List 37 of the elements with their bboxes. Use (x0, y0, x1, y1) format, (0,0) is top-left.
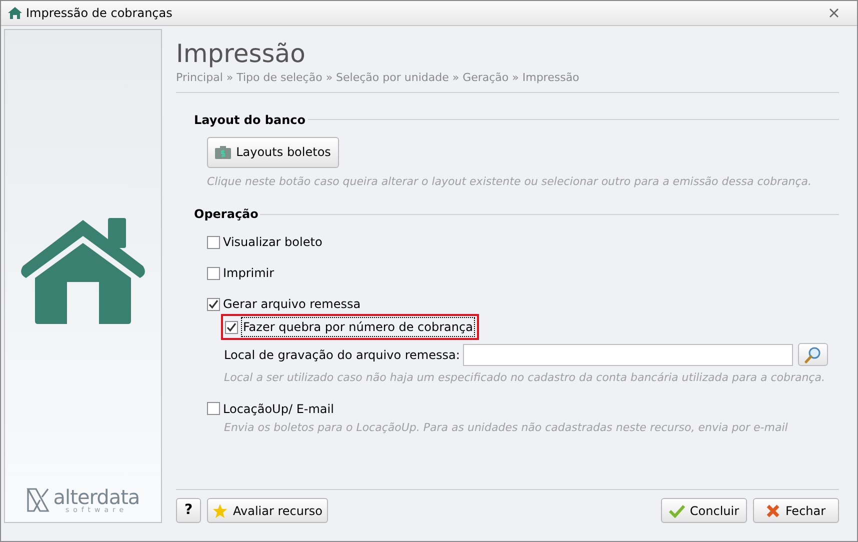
home-icon (7, 6, 23, 20)
section-heading: Operação (194, 206, 258, 223)
checkbox-option[interactable]: LocaçãoUp/ E-mail (207, 400, 839, 418)
layouts-button[interactable]: Layouts boletos (207, 136, 339, 168)
field-label: Local de gravação do arquivo remessa: (224, 346, 460, 364)
checkbox[interactable] (207, 402, 220, 415)
search-icon (804, 346, 822, 364)
hint-text: Local a ser utilizado caso não haja um especificado no cadastro da conta bancária utilizada para a cobrança. (224, 370, 826, 386)
section-heading: Layout do banco (194, 112, 306, 128)
search-button[interactable] (798, 343, 828, 366)
checkbox[interactable] (225, 320, 238, 334)
checkmark-icon (226, 322, 237, 332)
checkbox-option[interactable]: Gerar arquivo remessa (207, 295, 839, 313)
checkbox[interactable] (207, 236, 220, 248)
rate-button[interactable]: Avaliar recurso (207, 498, 328, 523)
close-icon (766, 504, 780, 518)
checkmark-icon (208, 298, 219, 310)
page-title: Impressão (176, 38, 306, 70)
help-button[interactable]: ? (176, 498, 201, 523)
checkbox[interactable] (207, 298, 220, 310)
logo-text: alterdata (53, 486, 140, 506)
checkmark-icon (668, 504, 685, 518)
finish-button[interactable]: Concluir (661, 498, 747, 523)
checkbox-option[interactable]: Imprimir (207, 264, 839, 282)
breadcrumb: Principal » Tipo de seleção » Seleção por unidade » Geração » Impressão (176, 70, 839, 92)
path-field[interactable] (462, 344, 793, 366)
close-icon (829, 8, 839, 18)
hint-text: Envia os boletos para o LocaçãoUp. Para as unidades não cadastradas neste recurso, envia por e-mail (224, 420, 789, 436)
window-title: Impressão de cobranças (26, 5, 172, 22)
close-window-button[interactable]: Fechar (753, 498, 839, 523)
checkbox[interactable] (207, 266, 220, 280)
hint-text: Clique neste botão caso queira alterar o layout existente ou selecionar outro para a emissão dessa cobrança. (207, 174, 813, 190)
logo-mark-icon (26, 486, 50, 514)
money-icon (215, 146, 232, 158)
star-icon (212, 502, 228, 518)
checkbox-option[interactable]: Visualizar boleto (207, 233, 839, 251)
close-button[interactable] (827, 6, 841, 20)
